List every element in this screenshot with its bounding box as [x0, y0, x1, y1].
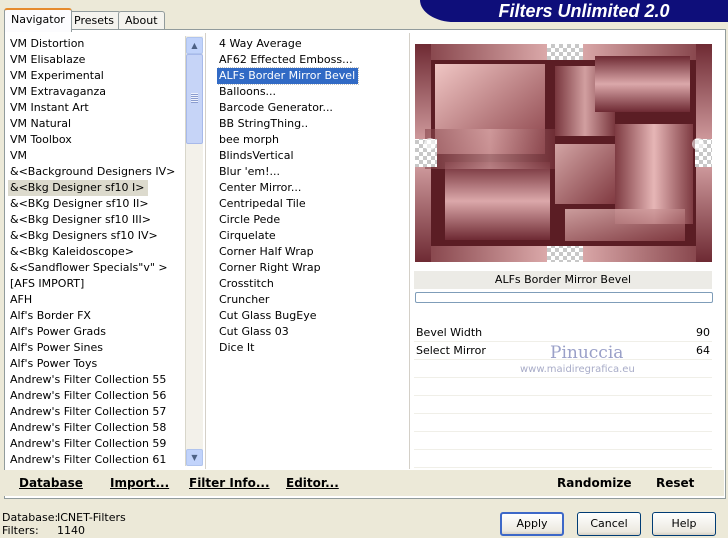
- param-value: 64: [696, 344, 710, 357]
- category-list-item[interactable]: &<Bkg Designers sf10 IV>: [8, 228, 161, 244]
- category-list-item[interactable]: Alf's Power Toys: [8, 356, 100, 372]
- param-row-empty: [414, 415, 712, 432]
- param-row-empty: [414, 451, 712, 468]
- filter-list[interactable]: 4 Way Average AF62 Effected Emboss... ALFs…: [217, 36, 407, 468]
- category-list-item[interactable]: VM Experimental: [8, 68, 107, 84]
- category-list-item[interactable]: VM Distortion: [8, 36, 87, 52]
- category-scrollbar[interactable]: ▲ ▼: [185, 36, 203, 466]
- category-list-item[interactable]: Alf's Border FX: [8, 308, 94, 324]
- category-list-item[interactable]: &<Bkg Kaleidoscope>: [8, 244, 137, 260]
- category-list-item[interactable]: VM: [8, 148, 30, 164]
- category-list-item[interactable]: VM Natural: [8, 116, 74, 132]
- cancel-button[interactable]: Cancel: [577, 512, 641, 536]
- apply-button[interactable]: Apply: [500, 512, 564, 536]
- scroll-down-arrow-icon[interactable]: ▼: [186, 449, 203, 466]
- category-list-item[interactable]: Alf's Power Sines: [8, 340, 106, 356]
- category-list-item[interactable]: Andrew's Filter Collection 57: [8, 404, 169, 420]
- filter-list-item[interactable]: BlindsVertical: [217, 148, 297, 164]
- tab-presets[interactable]: Presets: [67, 11, 122, 30]
- app-title: Filters Unlimited 2.0: [498, 1, 670, 21]
- filter-list-item[interactable]: 4 Way Average: [217, 36, 305, 52]
- filter-list-item[interactable]: Cut Glass 03: [217, 324, 292, 340]
- filter-info-button[interactable]: Filter Info...: [189, 476, 270, 490]
- filter-list-item[interactable]: Center Mirror...: [217, 180, 304, 196]
- import-button[interactable]: Import...: [110, 476, 169, 490]
- param-value: 90: [696, 326, 710, 339]
- category-list-item[interactable]: Andrew's Filter Collection 56: [8, 388, 169, 404]
- filter-list-item[interactable]: ALFs Border Mirror Bevel: [217, 67, 360, 85]
- category-list-item[interactable]: &<Bkg Designer sf10 I>: [8, 180, 148, 196]
- filter-list-item[interactable]: Dice It: [217, 340, 257, 356]
- scroll-up-arrow-icon[interactable]: ▲: [186, 37, 203, 54]
- category-list-item[interactable]: &<Background Designers IV>: [8, 164, 178, 180]
- filter-list-item[interactable]: Balloons...: [217, 84, 279, 100]
- filters-count: 1140: [57, 524, 85, 537]
- category-list-item[interactable]: AFH: [8, 292, 35, 308]
- filter-list-item[interactable]: Centripedal Tile: [217, 196, 309, 212]
- filter-list-item[interactable]: Corner Right Wrap: [217, 260, 324, 276]
- category-list-item[interactable]: VM Toolbox: [8, 132, 75, 148]
- category-list-item[interactable]: &<Sandflower Specials"v" >: [8, 260, 171, 276]
- category-list-item[interactable]: Andrew's Filter Collection 58: [8, 420, 169, 436]
- filter-list-item[interactable]: Cruncher: [217, 292, 272, 308]
- param-label: Bevel Width: [416, 326, 483, 339]
- randomize-button[interactable]: Randomize: [557, 476, 631, 490]
- filter-list-item[interactable]: Blur 'em!...: [217, 164, 283, 180]
- list-divider: [205, 33, 206, 469]
- filter-list-item[interactable]: bee morph: [217, 132, 282, 148]
- category-list-item[interactable]: Andrew's Filter Collection 55: [8, 372, 169, 388]
- param-row-bevel-width[interactable]: Bevel Width 90: [414, 325, 712, 342]
- category-list-item[interactable]: VM Instant Art: [8, 100, 92, 116]
- filter-list-item[interactable]: Barcode Generator...: [217, 100, 336, 116]
- reset-button[interactable]: Reset: [656, 476, 694, 490]
- tab-navigator[interactable]: Navigator: [4, 8, 72, 32]
- tab-about[interactable]: About: [118, 11, 165, 30]
- param-label: Select Mirror: [416, 344, 486, 357]
- filter-list-item[interactable]: Cut Glass BugEye: [217, 308, 319, 324]
- filter-list-item[interactable]: Cirquelate: [217, 228, 279, 244]
- database-button[interactable]: Database: [19, 476, 83, 490]
- watermark-url: www.maidiregrafica.eu: [520, 364, 635, 375]
- category-list-item[interactable]: VM Extravaganza: [8, 84, 109, 100]
- param-row-empty: [414, 379, 712, 396]
- filter-list-item[interactable]: Circle Pede: [217, 212, 283, 228]
- filters-label: Filters:: [2, 524, 39, 537]
- database-label: Database:: [2, 511, 59, 524]
- category-list-item[interactable]: &<Bkg Designer sf10 III>: [8, 212, 154, 228]
- category-list-item[interactable]: [AFS IMPORT]: [8, 276, 87, 292]
- preview-image: [415, 44, 712, 262]
- grip-icon: [191, 93, 198, 103]
- database-value: ICNET-Filters: [57, 511, 126, 524]
- category-list-item[interactable]: Andrew's Filter Collection 61: [8, 452, 169, 468]
- filter-list-item[interactable]: Corner Half Wrap: [217, 244, 317, 260]
- filter-list-item[interactable]: BB StringThing..: [217, 116, 311, 132]
- progress-bar: [415, 292, 713, 303]
- selected-filter-name: ALFs Border Mirror Bevel: [414, 271, 712, 289]
- category-list[interactable]: VM Distortion VM Elisablaze VM Experimenta…: [8, 36, 185, 468]
- editor-button[interactable]: Editor...: [286, 476, 339, 490]
- preview-divider: [409, 33, 410, 469]
- param-row-empty: [414, 397, 712, 414]
- watermark-name: Pinuccia: [550, 343, 624, 363]
- filter-list-item[interactable]: AF62 Effected Emboss...: [217, 52, 356, 68]
- help-button[interactable]: Help: [652, 512, 716, 536]
- category-list-item[interactable]: Andrew's Filter Collection 59: [8, 436, 169, 452]
- filter-list-item[interactable]: Crosstitch: [217, 276, 277, 292]
- scrollbar-thumb[interactable]: [186, 54, 203, 144]
- param-row-empty: [414, 433, 712, 450]
- category-list-item[interactable]: Alf's Power Grads: [8, 324, 109, 340]
- category-list-item[interactable]: &<BKg Designer sf10 II>: [8, 196, 152, 212]
- category-list-item[interactable]: VM Elisablaze: [8, 52, 88, 68]
